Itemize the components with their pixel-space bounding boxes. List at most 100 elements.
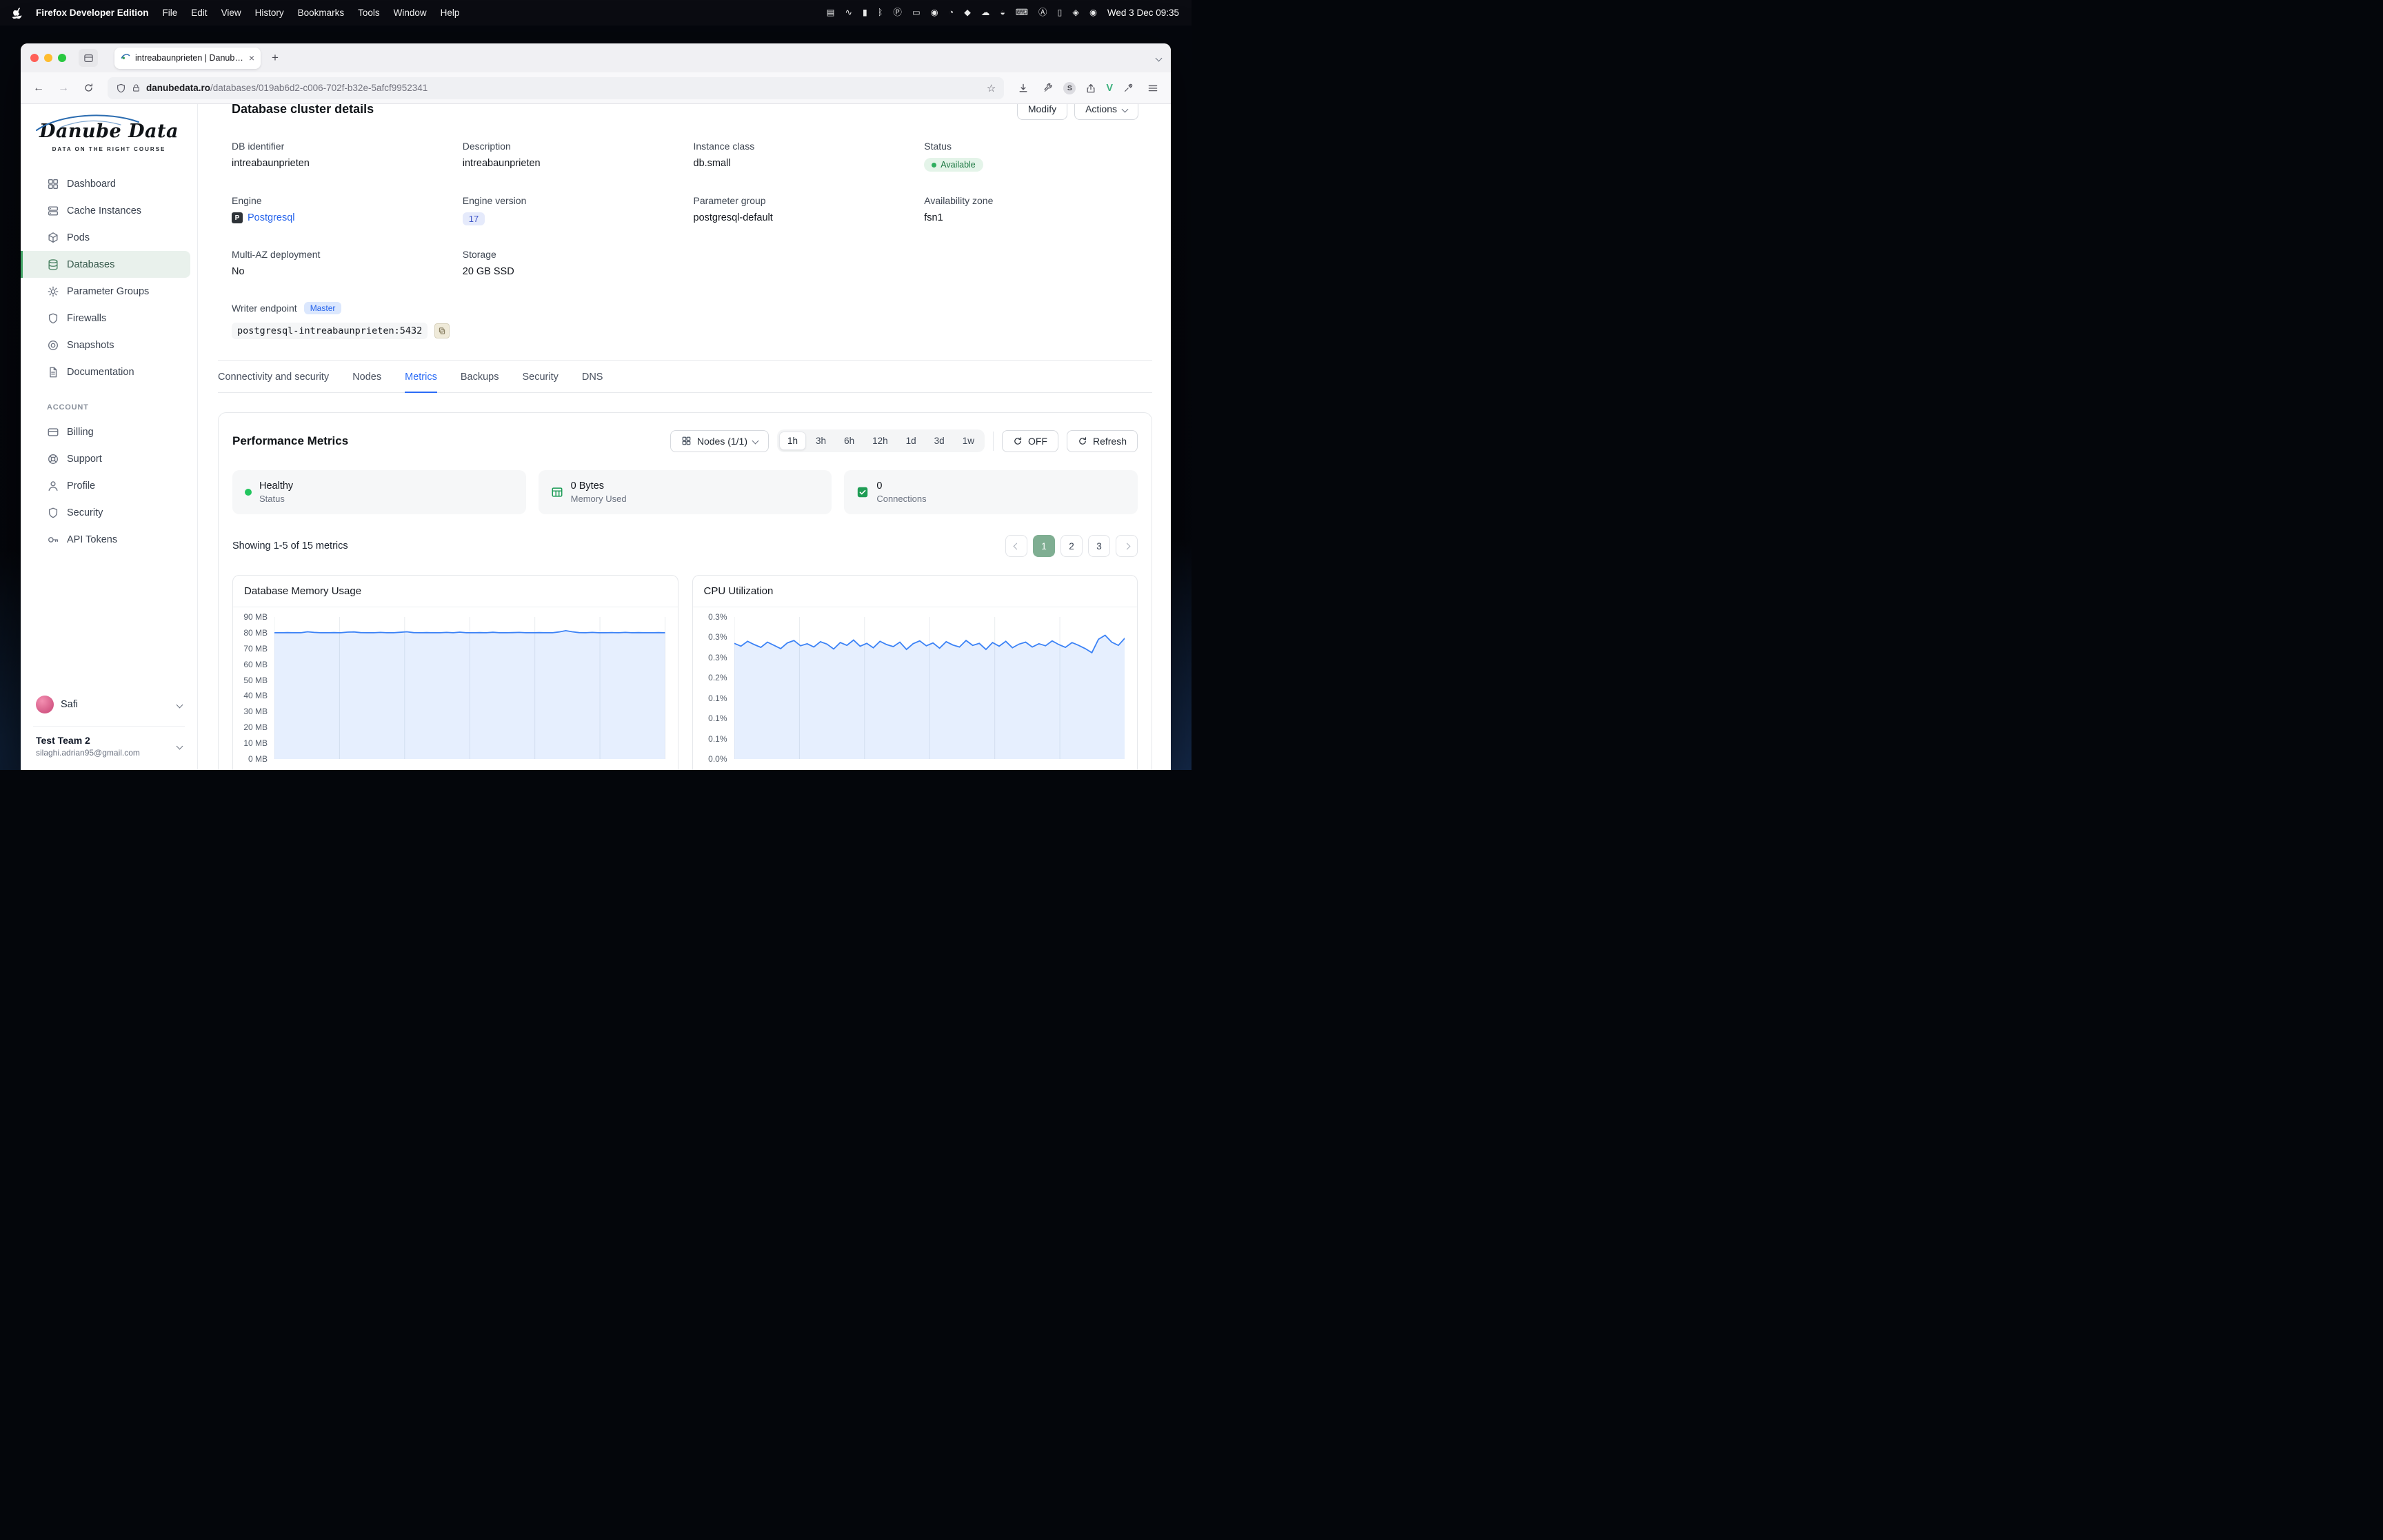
- parallels-icon[interactable]: Ⓟ: [893, 8, 902, 17]
- eyedropper-icon[interactable]: [1118, 79, 1138, 98]
- sidebar-item-pods[interactable]: Pods: [21, 224, 190, 251]
- sidebar-item-api-tokens[interactable]: API Tokens: [21, 526, 190, 553]
- writer-endpoint-section: Writer endpoint Master postgresql-intrea…: [218, 302, 1152, 339]
- hamburger-menu-icon[interactable]: [1143, 79, 1163, 98]
- menu-file[interactable]: File: [163, 8, 178, 18]
- wifi-icon[interactable]: ∿: [845, 8, 852, 17]
- engine-link[interactable]: Postgresql: [248, 212, 295, 223]
- chart-card-cpu: CPU Utilization 0.3%0.3%0.3%0.2%0.1%0.1%…: [692, 575, 1138, 770]
- sidebar-item-dashboard[interactable]: Dashboard: [21, 170, 190, 197]
- menu-tools[interactable]: Tools: [358, 8, 380, 18]
- display-icon[interactable]: ▭: [912, 8, 921, 17]
- devtools-wrench-icon[interactable]: [1038, 79, 1058, 98]
- page-2-button[interactable]: 2: [1060, 535, 1083, 557]
- forward-button[interactable]: →: [54, 79, 73, 98]
- bookmark-star-icon[interactable]: ☆: [987, 82, 996, 94]
- active-app-name[interactable]: Firefox Developer Edition: [36, 8, 149, 18]
- cloud-icon[interactable]: ☁: [981, 8, 990, 17]
- refresh-icon: [1078, 436, 1087, 446]
- sidebar-item-security[interactable]: Security: [21, 499, 190, 526]
- minimize-window-button[interactable]: [44, 54, 52, 62]
- share-icon[interactable]: [1081, 79, 1100, 98]
- sidebar-item-parameter-groups[interactable]: Parameter Groups: [21, 278, 190, 305]
- sidebar-item-label: Profile: [67, 480, 95, 492]
- sidebar-item-support[interactable]: Support: [21, 445, 190, 472]
- fast-user-switch-icon[interactable]: ◉: [1089, 8, 1097, 17]
- tab-dns[interactable]: DNS: [582, 372, 603, 392]
- list-all-tabs-icon[interactable]: [1156, 52, 1161, 64]
- copy-endpoint-button[interactable]: [434, 323, 450, 338]
- zoom-window-button[interactable]: [58, 54, 66, 62]
- firefox-view-button[interactable]: [79, 49, 98, 67]
- url-bar[interactable]: danubedata.ro/databases/019ab6d2-c006-70…: [108, 77, 1004, 99]
- menu-history[interactable]: History: [255, 8, 284, 18]
- logo[interactable]: Danube Data DATA ON THE RIGHT COURSE: [21, 121, 197, 152]
- menu-help[interactable]: Help: [441, 8, 460, 18]
- url-path: /databases/019ab6d2-c006-702f-b32e-5afcf…: [210, 83, 428, 93]
- tab-close-icon[interactable]: ×: [249, 53, 254, 63]
- downloads-icon[interactable]: [1014, 79, 1033, 98]
- new-tab-button[interactable]: +: [266, 49, 284, 67]
- menu-window[interactable]: Window: [394, 8, 427, 18]
- sidebar-item-firewalls[interactable]: Firewalls: [21, 305, 190, 332]
- textexpander-icon[interactable]: Ⓐ: [1038, 8, 1047, 17]
- tab-metrics[interactable]: Metrics: [405, 372, 437, 393]
- keyboard-icon[interactable]: ⌨: [1016, 8, 1028, 17]
- tab-connectivity-and-security[interactable]: Connectivity and security: [218, 372, 329, 392]
- page-3-button[interactable]: 3: [1088, 535, 1110, 557]
- summary-label: Connections: [876, 494, 926, 504]
- range-1h-button[interactable]: 1h: [779, 432, 806, 450]
- y-axis-tick: 0.1%: [708, 734, 727, 744]
- bluetooth-icon[interactable]: ᛒ: [878, 8, 883, 17]
- battery-icon[interactable]: ▮: [863, 8, 867, 17]
- back-button[interactable]: ←: [29, 79, 48, 98]
- sidebar-item-profile[interactable]: Profile: [21, 472, 190, 499]
- reload-button[interactable]: [79, 79, 98, 98]
- launcher-icon[interactable]: ◈: [1072, 8, 1079, 17]
- range-6h-button[interactable]: 6h: [836, 432, 863, 450]
- vpn-icon[interactable]: ◆: [964, 8, 971, 17]
- range-1d-button[interactable]: 1d: [898, 432, 925, 450]
- modify-button[interactable]: Modify: [1017, 104, 1067, 120]
- notifications-icon[interactable]: ◒: [1000, 8, 1005, 17]
- page-1-button[interactable]: 1: [1033, 535, 1055, 557]
- sidecar-icon[interactable]: ▤: [827, 8, 835, 17]
- range-1w-button[interactable]: 1w: [954, 432, 983, 450]
- previous-page-button[interactable]: [1005, 535, 1027, 557]
- time-machine-icon[interactable]: ◔: [949, 8, 954, 17]
- tab-security[interactable]: Security: [522, 372, 558, 392]
- battery-status-icon[interactable]: ▯: [1057, 8, 1062, 17]
- globe-icon[interactable]: ◉: [931, 8, 938, 17]
- sidebar-item-snapshots[interactable]: Snapshots: [21, 332, 190, 358]
- sidebar-item-cache-instances[interactable]: Cache Instances: [21, 197, 190, 224]
- vue-devtools-icon[interactable]: V: [1106, 83, 1113, 94]
- close-window-button[interactable]: [30, 54, 39, 62]
- range-3h-button[interactable]: 3h: [807, 432, 834, 450]
- auto-refresh-button[interactable]: OFF: [1002, 430, 1058, 452]
- menubar-clock[interactable]: Wed 3 Dec 09:35: [1107, 8, 1179, 18]
- tab-nodes[interactable]: Nodes: [352, 372, 381, 392]
- menu-bookmarks[interactable]: Bookmarks: [298, 8, 345, 18]
- extension-s-badge-icon[interactable]: S: [1063, 82, 1076, 94]
- tab-backups[interactable]: Backups: [461, 372, 499, 392]
- sidebar-item-billing[interactable]: Billing: [21, 418, 190, 445]
- tracking-protection-shield-icon[interactable]: [116, 83, 126, 94]
- team-switcher[interactable]: Test Team 2 silaghi.adrian95@gmail.com: [33, 726, 185, 758]
- y-axis-tick: 10 MB: [243, 738, 268, 748]
- range-12h-button[interactable]: 12h: [864, 432, 896, 450]
- actions-button[interactable]: Actions: [1074, 104, 1138, 120]
- sidebar-item-databases[interactable]: Databases: [21, 251, 190, 278]
- browser-tab[interactable]: intreabaunprieten | DanubeData ×: [114, 48, 261, 69]
- next-page-button[interactable]: [1116, 535, 1138, 557]
- nodes-selector-button[interactable]: Nodes (1/1): [670, 430, 769, 452]
- field-availability-zone: Availability zonefsn1: [924, 195, 1138, 225]
- menu-edit[interactable]: Edit: [191, 8, 207, 18]
- connections-check-icon: [856, 486, 869, 498]
- apple-icon[interactable]: [12, 8, 22, 19]
- divider: [993, 432, 994, 451]
- refresh-button[interactable]: Refresh: [1067, 430, 1138, 452]
- menu-view[interactable]: View: [221, 8, 241, 18]
- range-3d-button[interactable]: 3d: [926, 432, 953, 450]
- sidebar-item-documentation[interactable]: Documentation: [21, 358, 190, 385]
- user-menu[interactable]: Safi: [33, 689, 185, 720]
